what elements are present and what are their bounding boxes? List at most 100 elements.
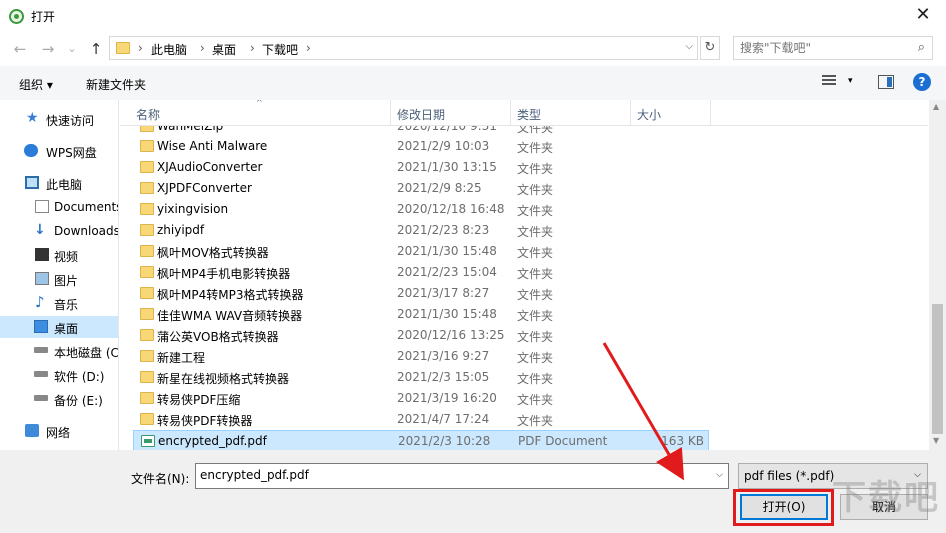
column-size[interactable]: 大小 [637, 106, 661, 123]
file-type: 文件夹 [517, 288, 554, 302]
sidebar-item-this-pc[interactable]: 此电脑 [0, 172, 118, 194]
sidebar-item-label: 备份 (E:) [54, 394, 103, 408]
command-bar: 组织 ▾ 新建文件夹 ▾ ? [0, 66, 946, 100]
star-icon: ★ [26, 110, 39, 126]
sidebar-item-drive-c[interactable]: 本地磁盘 (C [0, 340, 118, 362]
sidebar-item-videos[interactable]: 视频 [0, 244, 118, 266]
sidebar-item-network[interactable]: 网络 [0, 420, 118, 442]
breadcrumb-separator: › [306, 41, 311, 55]
sidebar-item-quick-access[interactable]: ★ 快速访问 [0, 108, 118, 130]
sidebar-item-downloads[interactable]: ↓ Downloads [0, 220, 118, 242]
breadcrumb-xiazaiba[interactable]: 下载吧 [262, 41, 298, 58]
column-divider[interactable] [510, 100, 511, 126]
file-date: 2021/1/30 13:15 [397, 160, 497, 174]
up-folder-icon[interactable]: ↑ [84, 38, 108, 60]
pane-divider[interactable] [118, 100, 119, 450]
file-name: yixingvision [157, 202, 229, 216]
file-row[interactable]: 转易侠PDF压缩 2021/3/19 16:20 文件夹 [133, 388, 709, 409]
file-row[interactable]: 新星在线视频格式转换器 2021/2/3 15:05 文件夹 [133, 367, 709, 388]
sidebar-item-music[interactable]: ♪ 音乐 [0, 292, 118, 314]
sidebar-item-documents[interactable]: Documents [0, 196, 118, 218]
scroll-up-icon[interactable]: ▲ [933, 102, 939, 111]
preview-pane-icon[interactable] [878, 75, 894, 89]
chevron-down-icon[interactable]: ⌵ [716, 470, 723, 480]
file-type: 文件夹 [517, 246, 554, 260]
sidebar-item-label: 桌面 [54, 322, 79, 336]
back-icon[interactable]: ← [8, 38, 32, 60]
sidebar-item-desktop[interactable]: 桌面 [0, 316, 118, 338]
column-divider[interactable] [710, 100, 711, 126]
vertical-scrollbar[interactable]: ▲ ▼ [929, 100, 946, 450]
address-bar[interactable]: › 此电脑 › 桌面 › 下载吧 › ⌵ [109, 36, 698, 60]
file-row[interactable]: Wise Anti Malware 2021/2/9 10:03 文件夹 [133, 136, 709, 157]
folder-icon [140, 245, 154, 257]
file-name: XJPDFConverter [157, 181, 252, 195]
folder-icon [140, 413, 154, 425]
file-row[interactable]: 枫叶MOV格式转换器 2021/1/30 15:48 文件夹 [133, 241, 709, 262]
search-icon[interactable]: ⌕ [918, 40, 925, 55]
sidebar-item-label: 音乐 [54, 298, 79, 312]
file-name: Wise Anti Malware [157, 139, 268, 153]
address-dropdown-icon[interactable]: ⌵ [685, 41, 693, 52]
filename-label: 文件名(N): [131, 472, 190, 486]
file-name: 枫叶MP4手机电影转换器 [157, 267, 291, 281]
desktop-icon [34, 320, 48, 333]
folder-icon [140, 224, 154, 236]
sidebar-item-wps-cloud[interactable]: WPS网盘 [0, 140, 118, 162]
file-type: 文件夹 [517, 351, 554, 365]
refresh-icon[interactable]: ↻ [700, 36, 720, 60]
file-row[interactable]: 新建工程 2021/3/16 9:27 文件夹 [133, 346, 709, 367]
breadcrumb-desktop[interactable]: 桌面 [212, 41, 236, 58]
help-icon[interactable]: ? [913, 73, 931, 91]
file-row[interactable]: 蒲公英VOB格式转换器 2020/12/16 13:25 文件夹 [133, 325, 709, 346]
column-date[interactable]: 修改日期 [397, 106, 445, 123]
file-name: 新星在线视频格式转换器 [157, 372, 290, 386]
file-name: 枫叶MP4转MP3格式转换器 [157, 288, 304, 302]
file-row[interactable]: yixingvision 2020/12/18 16:48 文件夹 [133, 199, 709, 220]
file-name: encrypted_pdf.pdf [158, 434, 267, 448]
file-row[interactable]: 转易侠PDF转换器 2021/4/7 17:24 文件夹 [133, 409, 709, 430]
file-row[interactable]: XJPDFConverter 2021/2/9 8:25 文件夹 [133, 178, 709, 199]
file-date: 2021/2/9 10:03 [397, 139, 490, 153]
scrollbar-thumb[interactable] [932, 304, 943, 434]
column-divider[interactable] [390, 100, 391, 126]
breadcrumb-this-pc[interactable]: 此电脑 [151, 41, 187, 58]
new-folder-button[interactable]: 新建文件夹 [86, 76, 146, 93]
search-input[interactable] [740, 40, 900, 56]
sidebar-item-drive-d[interactable]: 软件 (D:) [0, 364, 118, 386]
open-button-highlight [733, 489, 834, 526]
column-divider[interactable] [630, 100, 631, 126]
filename-input[interactable] [200, 468, 700, 482]
sidebar-item-label: 本地磁盘 (C [54, 346, 118, 360]
forward-icon[interactable]: → [36, 38, 60, 60]
disk-icon [34, 347, 48, 353]
file-row[interactable]: zhiyipdf 2021/2/23 8:23 文件夹 [133, 220, 709, 241]
column-type[interactable]: 类型 [517, 106, 541, 123]
view-dropdown-icon[interactable]: ▾ [848, 76, 853, 86]
search-box[interactable]: ⌕ [733, 36, 933, 60]
window-title: 打开 [31, 10, 56, 24]
recent-locations-icon[interactable]: ⌄ [60, 38, 84, 60]
view-options-icon[interactable] [822, 75, 836, 89]
sidebar-item-label: Downloads [54, 224, 118, 238]
file-row[interactable]: 枫叶MP4转MP3格式转换器 2021/3/17 8:27 文件夹 [133, 283, 709, 304]
downloads-icon: ↓ [34, 222, 46, 238]
file-row-selected[interactable]: encrypted_pdf.pdf 2021/2/3 10:28 PDF Doc… [133, 430, 709, 450]
folder-icon [140, 266, 154, 278]
scroll-down-icon[interactable]: ▼ [933, 436, 939, 445]
column-name[interactable]: 名称 [136, 106, 160, 123]
close-button[interactable]: ✕ [900, 0, 946, 32]
organize-button[interactable]: 组织 ▾ [19, 76, 53, 93]
file-type: 文件夹 [517, 225, 554, 239]
sidebar-item-pictures[interactable]: 图片 [0, 268, 118, 290]
file-row[interactable]: XJAudioConverter 2021/1/30 13:15 文件夹 [133, 157, 709, 178]
folder-icon [140, 308, 154, 320]
pdf-file-icon [141, 435, 155, 447]
file-row[interactable]: 枫叶MP4手机电影转换器 2021/2/23 15:04 文件夹 [133, 262, 709, 283]
file-type: PDF Document [518, 434, 608, 448]
file-row[interactable]: 佳佳WMA WAV音频转换器 2021/1/30 15:48 文件夹 [133, 304, 709, 325]
breadcrumb-separator: › [200, 41, 205, 55]
sidebar-item-drive-e[interactable]: 备份 (E:) [0, 388, 118, 410]
app-icon [9, 9, 24, 24]
filename-combobox[interactable]: ⌵ [195, 463, 729, 489]
